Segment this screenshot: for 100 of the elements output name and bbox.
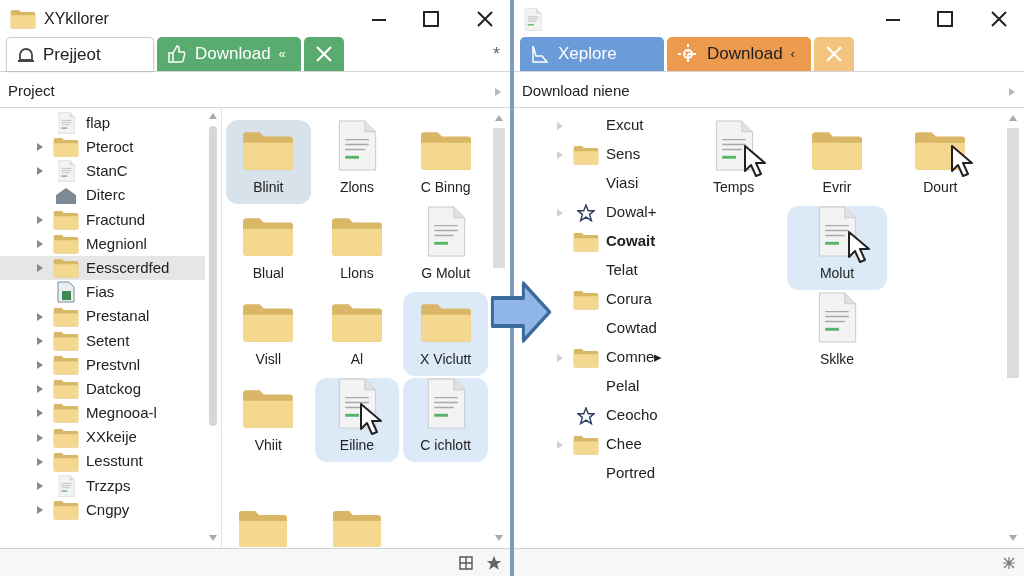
tree-item[interactable]: Comne▸	[554, 343, 684, 372]
close-tab-button[interactable]	[304, 37, 344, 71]
expand-caret-icon[interactable]	[36, 480, 44, 491]
document-icon	[425, 206, 466, 257]
tree-item[interactable]: Ceocho	[554, 401, 684, 430]
file-item[interactable]: Eiline	[314, 378, 400, 462]
tree-item[interactable]: flap	[0, 111, 205, 136]
tree-item[interactable]: Datckog	[0, 377, 205, 402]
file-item[interactable]: Sklke	[787, 292, 887, 376]
tree-item[interactable]: Corura	[554, 285, 684, 314]
expand-caret-icon[interactable]	[36, 432, 44, 443]
tree-item[interactable]: Lesstunt	[0, 449, 205, 474]
tab[interactable]: Download ‹	[667, 37, 811, 71]
file-item[interactable]: Zlons	[314, 120, 400, 204]
tree-item[interactable]: Pelal	[554, 372, 684, 401]
folder-item[interactable]: Evrir	[787, 120, 887, 204]
maximize-icon[interactable]	[936, 10, 954, 28]
file-item[interactable]: Temps	[684, 120, 784, 204]
folder-item[interactable]: C Binng	[403, 120, 488, 204]
folder-icon	[53, 500, 79, 521]
tree-item[interactable]: Megnionl	[0, 231, 205, 257]
scroll-up-icon[interactable]	[494, 114, 504, 122]
folder-item[interactable]: Llons	[314, 206, 400, 290]
tree-item[interactable]: Trzzps	[0, 473, 205, 498]
expand-caret-icon[interactable]	[36, 359, 44, 370]
asterisk-icon[interactable]: *	[493, 41, 500, 68]
pane-header: Project	[8, 81, 55, 102]
window-title: XYkllorer	[44, 9, 109, 29]
scrollbar-thumb[interactable]	[493, 128, 505, 268]
tree-item[interactable]: StanC	[0, 159, 205, 184]
scrollbar-thumb[interactable]	[1007, 128, 1019, 378]
tree-item[interactable]: Viasi	[554, 169, 684, 198]
folder-icon	[53, 379, 79, 400]
tree-item[interactable]: Dowal+	[554, 198, 684, 227]
thumbs-up-icon	[167, 44, 187, 64]
expand-caret-icon[interactable]	[36, 384, 44, 395]
scroll-down-icon[interactable]	[494, 534, 504, 542]
expand-caret-icon[interactable]	[36, 214, 44, 225]
right-arrow-icon	[490, 280, 552, 344]
expand-caret-icon[interactable]	[36, 311, 44, 322]
folder-icon	[53, 354, 79, 375]
tree-item[interactable]: Prestanal	[0, 304, 205, 329]
expand-caret-icon[interactable]	[36, 456, 44, 467]
bell-icon	[17, 45, 35, 64]
tree-item[interactable]: Fias	[0, 280, 205, 305]
resize-grip-icon[interactable]	[1002, 555, 1016, 570]
tree-item[interactable]: Megnooa-l	[0, 401, 205, 426]
star-icon[interactable]	[486, 554, 502, 571]
scroll-up-icon[interactable]	[208, 112, 218, 120]
close-icon[interactable]	[476, 10, 494, 28]
document-icon	[57, 112, 75, 135]
tree-item[interactable]: Setent	[0, 328, 205, 353]
tree-item[interactable]: Chee	[554, 430, 684, 459]
folder-item[interactable]: X Viclutt	[403, 292, 488, 376]
folder-item[interactable]: Blinit	[226, 120, 311, 204]
expand-caret-icon[interactable]	[36, 239, 44, 250]
maximize-icon[interactable]	[422, 10, 440, 28]
close-icon	[315, 45, 333, 63]
scroll-down-icon[interactable]	[208, 534, 218, 542]
document-icon	[817, 292, 857, 343]
file-item[interactable]: G Molut	[403, 206, 488, 290]
tree-item[interactable]: Cowait	[554, 227, 684, 256]
expand-caret-icon[interactable]	[36, 142, 44, 153]
expand-caret-icon[interactable]	[36, 408, 44, 419]
folder-item[interactable]: Dourt	[890, 120, 990, 204]
expand-arrow-icon[interactable]	[1008, 86, 1016, 97]
tree-item[interactable]: Diterc	[0, 183, 205, 208]
scrollbar-thumb[interactable]	[209, 126, 217, 426]
file-item[interactable]: Molut	[787, 206, 887, 290]
close-icon[interactable]	[990, 10, 1008, 28]
tree-item[interactable]: Pteroct	[0, 135, 205, 160]
folder-icon	[573, 231, 599, 252]
expand-arrow-icon[interactable]	[494, 86, 502, 97]
folder-icon	[53, 403, 79, 424]
tab[interactable]: Prejjeot	[6, 37, 154, 71]
tree-item[interactable]: Cowtad	[554, 314, 684, 343]
expand-caret-icon[interactable]	[36, 263, 44, 274]
expand-caret-icon[interactable]	[36, 505, 44, 516]
folder-item[interactable]: Visll	[226, 292, 311, 376]
grid-view-icon[interactable]	[458, 554, 474, 571]
folder-item[interactable]: Al	[314, 292, 400, 376]
tree-item[interactable]: Eesscerdfed	[0, 256, 205, 281]
tree-item[interactable]: Excut	[554, 111, 684, 140]
tree-item[interactable]: Sens	[554, 140, 684, 169]
tree-item[interactable]: Telat	[554, 256, 684, 285]
tree-item[interactable]: Prestvnl	[0, 352, 205, 378]
file-item[interactable]: C ichlott	[403, 378, 488, 462]
expand-caret-icon[interactable]	[36, 166, 44, 177]
folder-icon	[242, 302, 295, 343]
folder-icon	[242, 130, 295, 171]
scroll-up-icon[interactable]	[1008, 114, 1018, 122]
folder-item[interactable]: Vhiit	[226, 378, 311, 462]
pane-header: Download niene	[522, 81, 630, 102]
tree-item[interactable]: Portred	[554, 459, 684, 488]
folder-item[interactable]: Blual	[226, 206, 311, 290]
tree-item[interactable]: Fractund	[0, 207, 205, 232]
tree-item[interactable]: XXkeije	[0, 425, 205, 450]
scroll-down-icon[interactable]	[1008, 534, 1018, 542]
tree-item[interactable]: Cngpy	[0, 498, 205, 523]
expand-caret-icon[interactable]	[36, 335, 44, 346]
